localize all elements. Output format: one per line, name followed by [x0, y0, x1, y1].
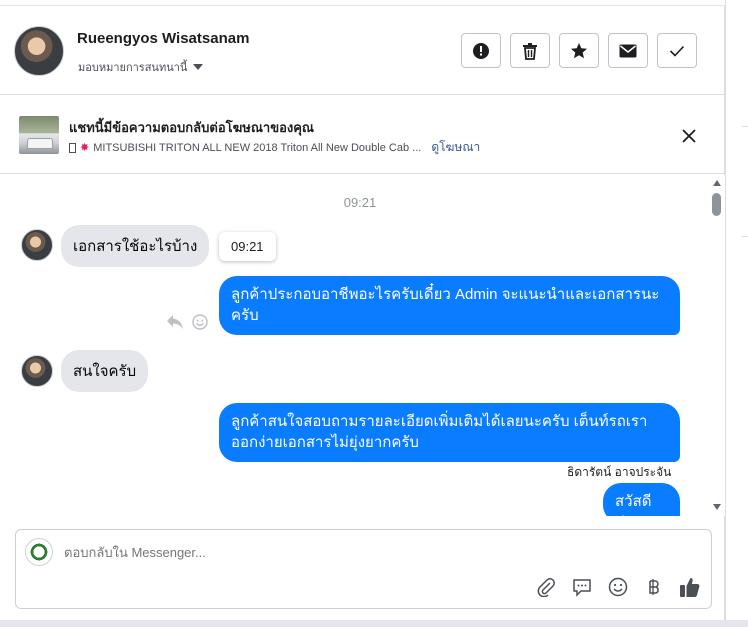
outgoing-message[interactable]: ลูกค้าประกอบอาชีพอะไรครับเดี๋ยว Admin จะ… — [219, 276, 680, 335]
reply-input[interactable] — [64, 545, 564, 560]
mark-unread-button[interactable] — [608, 33, 648, 68]
scrollbar[interactable] — [711, 175, 723, 516]
scroll-down-arrow-icon[interactable] — [713, 504, 721, 510]
star-button[interactable] — [559, 33, 599, 68]
payment-button[interactable] — [643, 576, 665, 598]
scrollbar-thumb[interactable] — [712, 193, 721, 216]
message-list[interactable]: 09:21 เอกสารใช้อะไรบ้าง 09:21 ลูกค้าประก… — [0, 175, 725, 516]
trash-icon — [523, 42, 537, 60]
chat-bubble-icon — [573, 579, 591, 597]
composer-tools — [535, 576, 701, 598]
mark-done-button[interactable] — [657, 33, 697, 68]
sender-name: ธิดารัตน์ อาจประจัน — [567, 465, 672, 479]
ad-thumbnail[interactable] — [19, 116, 59, 154]
smile-icon[interactable] — [192, 314, 208, 330]
thumbs-up-icon — [680, 578, 700, 597]
mail-icon — [619, 44, 637, 57]
view-ad-link[interactable]: ดูโฆษณา — [431, 138, 480, 157]
collision-icon: ✸ — [80, 142, 90, 154]
divider — [742, 126, 748, 127]
divider — [742, 236, 748, 237]
assign-conversation-dropdown[interactable]: มอบหมายการสนทนานี้ — [78, 58, 204, 76]
ad-banner-subtitle: ✸ MITSUBISHI TRITON ALL NEW 2018 Triton … — [69, 138, 480, 157]
incoming-message[interactable]: สนใจครับ — [61, 350, 149, 392]
attach-button[interactable] — [535, 576, 557, 598]
outgoing-message[interactable]: สวัสดีค่ะ — [603, 483, 680, 516]
header-actions — [461, 33, 697, 68]
ad-banner-title: แชทนี้มีข้อความตอบกลับต่อโฆษณาของคุณ — [69, 120, 314, 135]
conversation-panel: Rueengyos Wisatsanam มอบหมายการสนทนานี้ — [0, 0, 725, 620]
like-button[interactable] — [679, 576, 701, 598]
unknown-glyph-icon — [69, 142, 76, 153]
top-edge — [0, 0, 725, 6]
close-icon[interactable] — [680, 127, 698, 145]
incoming-message[interactable]: เอกสารใช้อะไรบ้าง — [61, 225, 210, 267]
message-timestamp: 09:21 — [343, 195, 377, 210]
paperclip-icon — [537, 578, 555, 597]
emoji-button[interactable] — [607, 576, 629, 598]
caret-down-icon — [193, 64, 204, 70]
page-avatar — [25, 538, 53, 566]
avatar[interactable] — [21, 355, 53, 387]
message-actions — [166, 314, 208, 330]
star-icon — [571, 42, 587, 58]
assign-label: มอบหมายการสนทนานี้ — [78, 62, 188, 74]
bottom-strip — [0, 620, 748, 627]
outgoing-message[interactable]: ลูกค้าสนใจสอบถามรายละเอียดเพิ่มเติมได้เล… — [219, 403, 680, 462]
reply-icon[interactable] — [166, 314, 184, 330]
contact-name[interactable]: Rueengyos Wisatsanam — [77, 30, 249, 47]
ad-name: MITSUBISHI TRITON ALL NEW 2018 Triton Al… — [93, 141, 422, 154]
time-tooltip: 09:21 — [219, 232, 276, 261]
conversation-header: Rueengyos Wisatsanam มอบหมายการสนทนานี้ — [0, 7, 725, 95]
baht-icon — [649, 579, 659, 595]
scroll-up-arrow-icon[interactable] — [713, 180, 721, 186]
check-icon — [669, 45, 685, 57]
emoji-icon — [608, 577, 628, 597]
avatar[interactable] — [21, 229, 53, 261]
alert-icon — [473, 42, 489, 59]
avatar[interactable] — [14, 26, 64, 76]
right-side-panel — [725, 0, 748, 627]
delete-button[interactable] — [510, 33, 550, 68]
ad-reply-banner: แชทนี้มีข้อความตอบกลับต่อโฆษณาของคุณ ✸ M… — [0, 96, 725, 174]
saved-replies-button[interactable] — [571, 576, 593, 598]
message-composer — [15, 529, 712, 609]
mark-spam-button[interactable] — [461, 33, 501, 68]
